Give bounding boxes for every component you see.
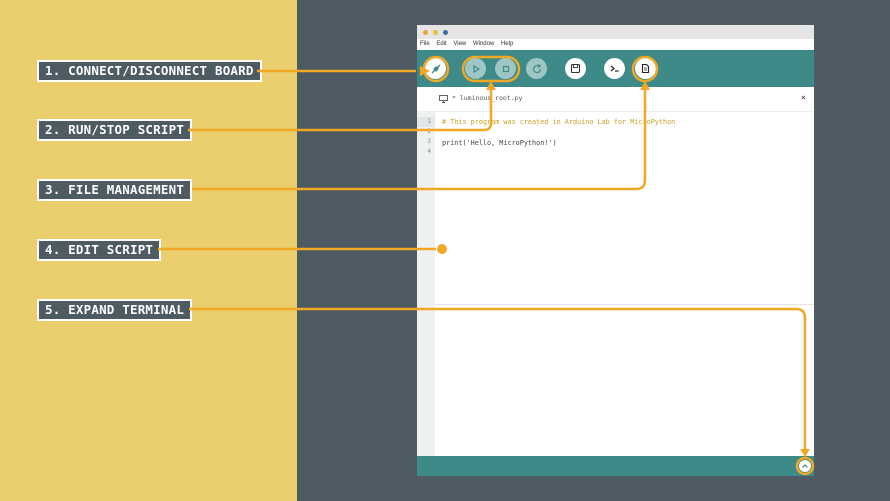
menu-edit[interactable]: Edit <box>436 41 446 47</box>
tab-close-icon[interactable]: × <box>801 93 806 102</box>
line-number: 1 <box>427 118 431 125</box>
menu-help[interactable]: Help <box>501 41 513 47</box>
code-line-comment: # This program was created in Arduino La… <box>442 118 676 126</box>
file-icon <box>641 63 650 74</box>
run-button[interactable] <box>465 58 486 79</box>
status-bar <box>417 456 814 476</box>
window-close-dot[interactable] <box>423 30 428 35</box>
label-run-stop: 2. RUN/STOP SCRIPT <box>37 119 193 141</box>
stop-button[interactable] <box>495 58 516 79</box>
label-file-management: 3. FILE MANAGEMENT <box>37 179 193 201</box>
menu-bar: File Edit View Window Help <box>417 39 814 50</box>
line-number-gutter: 1 2 3 4 <box>417 112 435 457</box>
label-connect-disconnect: 1. CONNECT/DISCONNECT BOARD <box>37 60 262 82</box>
save-button[interactable] <box>565 58 586 79</box>
menu-file[interactable]: File <box>420 41 430 47</box>
tab-bar: * luminous_root.py × <box>417 87 814 112</box>
line-number: 3 <box>427 138 431 145</box>
line-number: 4 <box>427 148 431 155</box>
terminal-panel[interactable] <box>435 305 814 456</box>
play-icon <box>472 64 480 73</box>
window-minimize-dot[interactable] <box>433 30 438 35</box>
refresh-icon <box>532 63 541 73</box>
menu-view[interactable]: View <box>453 41 466 47</box>
monitor-icon <box>439 95 448 103</box>
tab-file-name[interactable]: * luminous_root.py <box>452 94 522 102</box>
line-number: 2 <box>427 128 431 135</box>
connect-button[interactable] <box>425 58 446 79</box>
terminal-icon <box>610 65 619 72</box>
title-bar <box>417 25 814 39</box>
stop-icon <box>502 65 509 72</box>
menu-window[interactable]: Window <box>473 41 494 47</box>
toolbar <box>417 50 814 87</box>
app-window: File Edit View Window Help * luminous_ro… <box>417 25 814 476</box>
code-editor[interactable]: # This program was created in Arduino La… <box>435 112 814 304</box>
terminal-button[interactable] <box>604 58 625 79</box>
file-manager-button[interactable] <box>635 58 656 79</box>
save-icon <box>570 63 581 74</box>
chevron-up-icon <box>802 464 808 468</box>
label-edit-script: 4. EDIT SCRIPT <box>37 239 162 261</box>
reset-button[interactable] <box>526 58 547 79</box>
plug-icon <box>431 64 440 73</box>
code-line-print: print('Hello, MicroPython!') <box>442 139 557 147</box>
expand-terminal-button[interactable] <box>799 460 811 472</box>
label-expand-terminal: 5. EXPAND TERMINAL <box>37 299 193 321</box>
window-maximize-dot[interactable] <box>443 30 448 35</box>
